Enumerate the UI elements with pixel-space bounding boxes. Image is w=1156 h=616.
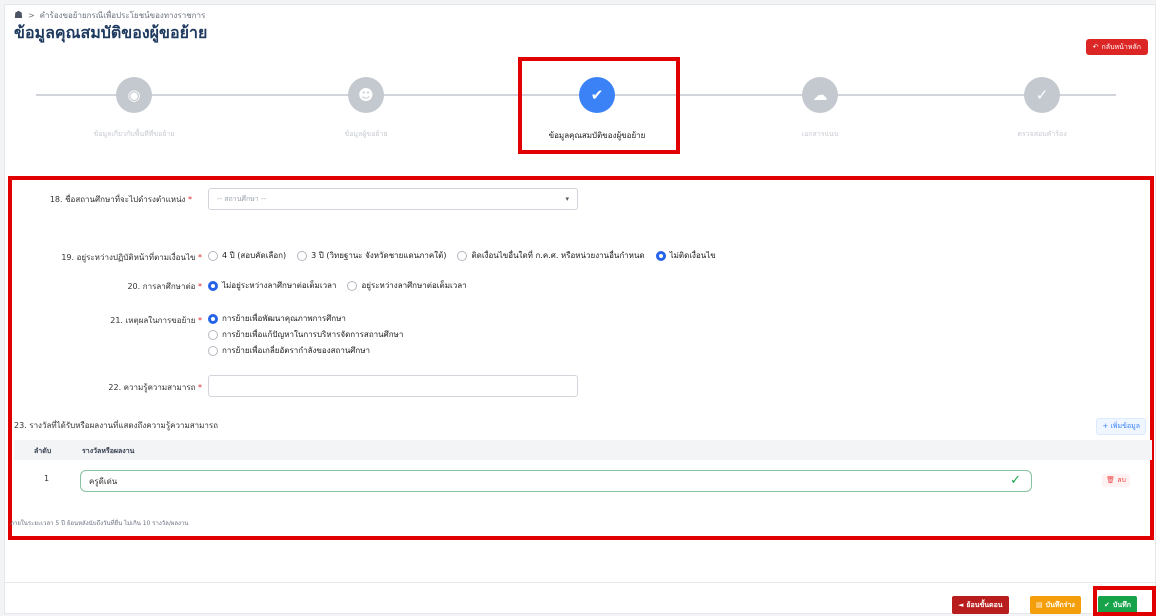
school-select-placeholder: -- สถานศึกษา -- [217, 194, 267, 203]
delete-label: ลบ [1117, 476, 1126, 484]
q19-label: 19. อยู่ระหว่างปฏิบัติหน้าที่ตามเงื่อนไข… [20, 251, 202, 264]
q22-label: 22. ความรู้ความสามารถ * [20, 381, 202, 394]
awards-table-header: ลำดับ รางวัลหรือผลงาน [14, 440, 1152, 460]
option-label: 3 ปี (วิทยฐานะ จังหวัดชายแดนภาคใต้) [311, 251, 447, 260]
back-to-main-label: กลับหน้าหลัก [1101, 42, 1141, 51]
q21-label: 21. เหตุผลในการขอย้าย * [20, 314, 202, 327]
check-icon: ✓ [1024, 77, 1060, 113]
valid-check-icon: ✓ [1010, 473, 1021, 488]
q20-options: ไม่อยู่ระหว่างลาศึกษาต่อเต็มเวลา อยู่ระห… [208, 279, 467, 292]
q19-option-no-condition[interactable]: ไม่ติดเงื่อนไข [655, 249, 716, 262]
delete-award-button[interactable]: 🗑 ลบ [1102, 474, 1130, 487]
user-edit-icon: ☻ [348, 77, 384, 113]
page-title: ข้อมูลคุณสมบัติของผู้ขอย้าย [14, 23, 208, 42]
radio-icon [208, 345, 218, 356]
return-icon: ↶ [1092, 43, 1099, 51]
knowledge-input[interactable] [208, 375, 578, 397]
required-mark: * [198, 383, 202, 392]
footer-divider [4, 582, 1156, 583]
save-draft-label: บันทึกร่าง [1045, 600, 1075, 609]
awards-note: ภายในระยะเวลา 5 ปี ย้อนหลังนับถึงวันที่ย… [10, 520, 189, 527]
radio-selected-icon [208, 313, 218, 324]
option-label: การย้ายเพื่อแก้ปัญหาในการบริหารจัดการสถา… [222, 330, 404, 339]
breadcrumb-separator: > [27, 11, 35, 20]
back-to-main-button[interactable]: ↶ กลับหน้าหลัก [1085, 39, 1148, 55]
q20-label: 20. การลาศึกษาต่อ * [20, 280, 202, 293]
step-review[interactable]: ✓ ตรวจสอบคำร้อง [952, 74, 1132, 140]
q20-label-text: 20. การลาศึกษาต่อ [127, 282, 196, 291]
q19-options: 4 ปี (สอบคัดเลือก) 3 ปี (วิทยฐานะ จังหวั… [208, 249, 716, 262]
step-label: ตรวจสอบคำร้อง [1017, 130, 1067, 138]
required-mark: * [198, 282, 202, 291]
column-header-no: ลำดับ [34, 447, 52, 455]
previous-step-label: ย้อนขั้นตอน [966, 600, 1003, 609]
step-label: เอกสารแนบ [801, 130, 839, 138]
q21-option-management[interactable]: การย้ายเพื่อแก้ปัญหาในการบริหารจัดการสถา… [208, 328, 403, 341]
step-applicant[interactable]: ☻ ข้อมูลผู้ขอย้าย [276, 74, 456, 140]
option-label: อยู่ระหว่างลาศึกษาต่อเต็มเวลา [361, 281, 467, 290]
row-number: 1 [44, 474, 50, 483]
option-label: ติดเงื่อนไขอื่นใดที่ ก.ค.ศ. หรือหน่วยงาน… [471, 251, 645, 260]
option-label: การย้ายเพื่อเกลี่ยอัตรากำลังของสถานศึกษา [222, 346, 370, 355]
required-mark: * [198, 253, 202, 262]
step-label: ข้อมูลเกี่ยวกับพื้นที่ที่ขอย้าย [93, 130, 175, 138]
chevron-down-icon: ▾ [565, 195, 569, 203]
trash-icon: 🗑 [1106, 476, 1116, 484]
previous-step-button[interactable]: ◄ ย้อนขั้นตอน [952, 596, 1009, 614]
add-award-label: เพิ่มข้อมูล [1110, 422, 1140, 430]
q22-label-text: 22. ความรู้ความสามารถ [108, 383, 196, 392]
highlight-save-button [1093, 586, 1156, 616]
q19-option-3-years[interactable]: 3 ปี (วิทยฐานะ จังหวัดชายแดนภาคใต้) [297, 249, 446, 262]
document-icon: ▤ [1036, 601, 1043, 609]
option-label: การย้ายเพื่อพัฒนาคุณภาพการศึกษา [222, 314, 346, 323]
school-select[interactable]: -- สถานศึกษา -- ▾ [208, 188, 578, 210]
save-draft-button[interactable]: ▤ บันทึกร่าง [1030, 596, 1081, 614]
q20-option-not-on-leave[interactable]: ไม่อยู่ระหว่างลาศึกษาต่อเต็มเวลา [208, 279, 336, 292]
table-row: 1 ครูดีเด่น ✓ 🗑 ลบ [14, 462, 1152, 498]
option-label: ไม่อยู่ระหว่างลาศึกษาต่อเต็มเวลา [222, 281, 337, 290]
q21-options: การย้ายเพื่อพัฒนาคุณภาพการศึกษา การย้ายเ… [208, 312, 403, 357]
step-attachments[interactable]: ☁ เอกสารแนบ [730, 74, 910, 140]
q18-label: 18. ชื่อสถานศึกษาที่จะไปดำรงตำแหน่ง * [20, 193, 192, 206]
step-back-icon: ◄ [958, 601, 964, 609]
map-pin-icon: ◉ [116, 77, 152, 113]
radio-icon [347, 280, 358, 291]
cloud-upload-icon: ☁ [802, 77, 838, 113]
q21-option-staffing[interactable]: การย้ายเพื่อเกลี่ยอัตรากำลังของสถานศึกษา [208, 344, 403, 357]
award-value: ครูดีเด่น [89, 476, 118, 486]
step-label: ข้อมูลผู้ขอย้าย [344, 130, 388, 138]
required-mark: * [188, 195, 192, 204]
q19-option-other-condition[interactable]: ติดเงื่อนไขอื่นใดที่ ก.ค.ศ. หรือหน่วยงาน… [457, 249, 645, 262]
radio-selected-icon [655, 250, 666, 261]
column-header-award: รางวัลหรือผลงาน [82, 447, 135, 455]
required-mark: * [198, 316, 202, 325]
radio-icon [208, 250, 218, 261]
q18-label-text: 18. ชื่อสถานศึกษาที่จะไปดำรงตำแหน่ง [49, 195, 186, 204]
q19-label-text: 19. อยู่ระหว่างปฏิบัติหน้าที่ตามเงื่อนไข [61, 253, 196, 262]
add-award-button[interactable]: + เพิ่มข้อมูล [1096, 418, 1146, 435]
q21-option-quality[interactable]: การย้ายเพื่อพัฒนาคุณภาพการศึกษา [208, 312, 403, 325]
plus-icon: + [1102, 422, 1109, 430]
q19-option-4-years[interactable]: 4 ปี (สอบคัดเลือก) [208, 249, 286, 262]
award-input[interactable]: ครูดีเด่น ✓ [80, 470, 1032, 492]
radio-icon [297, 250, 308, 261]
step-location[interactable]: ◉ ข้อมูลเกี่ยวกับพื้นที่ที่ขอย้าย [44, 74, 224, 140]
q23-label: 23. รางวัลที่ได้รับหรือผลงานที่แสดงถึงคว… [14, 421, 219, 430]
radio-icon [208, 329, 218, 340]
option-label: 4 ปี (สอบคัดเลือก) [222, 251, 287, 260]
option-label: ไม่ติดเงื่อนไข [669, 251, 716, 260]
highlight-active-step [518, 57, 680, 154]
q21-label-text: 21. เหตุผลในการขอย้าย [110, 316, 196, 325]
radio-icon [457, 250, 468, 261]
radio-selected-icon [208, 280, 218, 291]
q20-option-on-leave[interactable]: อยู่ระหว่างลาศึกษาต่อเต็มเวลา [347, 279, 467, 292]
home-icon[interactable]: ☗ [14, 10, 23, 21]
